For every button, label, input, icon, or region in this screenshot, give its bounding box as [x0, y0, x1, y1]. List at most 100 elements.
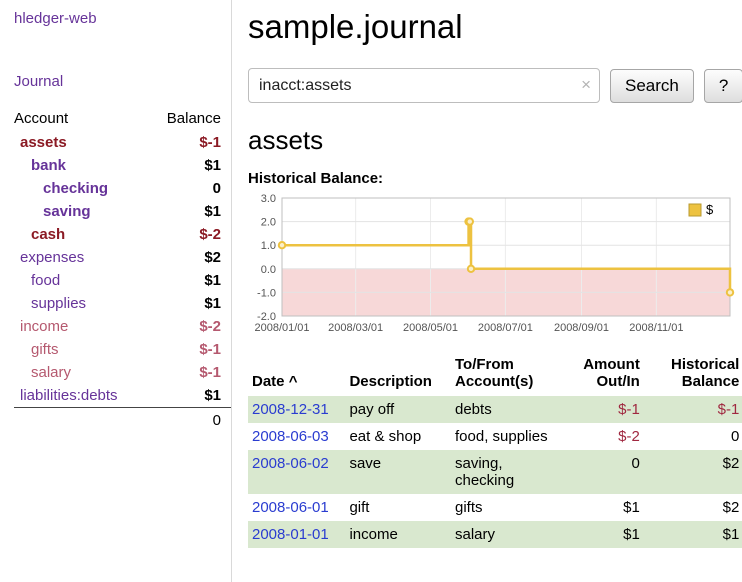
account-row-saving: saving $1 — [14, 200, 231, 223]
account-balance: $-2 — [148, 223, 231, 246]
transaction-historical-balance: $2 — [644, 450, 742, 494]
account-link[interactable]: assets — [14, 131, 148, 154]
svg-text:$: $ — [706, 202, 714, 217]
account-balance: $-1 — [148, 361, 231, 384]
account-row-gifts: gifts $-1 — [14, 338, 231, 361]
transactions-table: Date ^ Description To/From Account(s) Am… — [248, 354, 742, 548]
account-balance: $-1 — [148, 131, 231, 154]
svg-text:2008/05/01: 2008/05/01 — [403, 322, 458, 334]
transaction-amount: $-1 — [565, 396, 644, 423]
account-balance: $-1 — [148, 338, 231, 361]
account-row-food: food $1 — [14, 269, 231, 292]
account-heading: assets — [248, 125, 742, 156]
svg-text:2008/11/01: 2008/11/01 — [629, 322, 683, 334]
account-balance: $1 — [148, 200, 231, 223]
search-input[interactable] — [248, 68, 600, 103]
svg-text:2.0: 2.0 — [261, 217, 276, 229]
account-balance: $1 — [148, 292, 231, 315]
account-balance: $1 — [148, 154, 231, 177]
transaction-date-link[interactable]: 2008-06-02 — [252, 455, 329, 472]
tofrom-column-header: To/From Account(s) — [451, 354, 565, 396]
help-button[interactable]: ? — [704, 69, 742, 103]
transaction-historical-balance: $1 — [644, 521, 742, 548]
transaction-amount: $1 — [565, 521, 644, 548]
transaction-description: eat & shop — [345, 423, 451, 450]
account-row-expenses: expenses $2 — [14, 246, 231, 269]
historical-balance-column-header: Historical Balance — [644, 354, 742, 396]
account-balance: 0 — [148, 177, 231, 200]
account-link[interactable]: supplies — [14, 292, 148, 315]
balance-column-header: Balance — [148, 106, 231, 131]
account-row-cash: cash $-2 — [14, 223, 231, 246]
app-title-link[interactable]: hledger-web — [14, 10, 231, 27]
account-row-income: income $-2 — [14, 315, 231, 338]
transaction-row: 2008-06-03 eat & shop food, supplies $-2… — [248, 423, 742, 450]
transaction-historical-balance: 0 — [644, 423, 742, 450]
account-link[interactable]: liabilities:debts — [14, 384, 148, 408]
transaction-date-link[interactable]: 2008-01-01 — [252, 526, 329, 543]
transaction-row: 2008-06-01 gift gifts $1 $2 — [248, 494, 742, 521]
account-link[interactable]: expenses — [14, 246, 148, 269]
transaction-amount: 0 — [565, 450, 644, 494]
search-button[interactable]: Search — [610, 69, 694, 103]
clear-search-icon[interactable]: × — [581, 75, 591, 95]
transaction-date-link[interactable]: 2008-12-31 — [252, 401, 329, 418]
account-link[interactable]: income — [14, 315, 148, 338]
svg-text:1.0: 1.0 — [261, 240, 276, 252]
date-column-header[interactable]: Date ^ — [248, 354, 345, 396]
transaction-row: 2008-06-02 save saving, checking 0 $2 — [248, 450, 742, 494]
account-link[interactable]: saving — [14, 200, 148, 223]
sort-ascending-icon[interactable]: ^ — [289, 373, 298, 390]
transaction-description: pay off — [345, 396, 451, 423]
account-balance: $1 — [148, 269, 231, 292]
transaction-historical-balance: $2 — [644, 494, 742, 521]
transactions-table-header: Date ^ Description To/From Account(s) Am… — [248, 354, 742, 396]
account-row-assets: assets $-1 — [14, 131, 231, 154]
amount-column-header: Amount Out/In — [565, 354, 644, 396]
transaction-amount: $1 — [565, 494, 644, 521]
search-bar: × Search ? — [248, 68, 742, 103]
svg-text:2008/03/01: 2008/03/01 — [328, 322, 383, 334]
date-header-label: Date — [252, 373, 285, 390]
transaction-accounts: salary — [451, 521, 565, 548]
account-balance: $2 — [148, 246, 231, 269]
account-balance: $1 — [148, 384, 231, 408]
transaction-accounts: gifts — [451, 494, 565, 521]
search-box: × — [248, 68, 600, 103]
sidebar: hledger-web Journal Account Balance asse… — [0, 0, 232, 582]
account-link[interactable]: bank — [14, 154, 148, 177]
svg-text:2008/07/01: 2008/07/01 — [478, 322, 533, 334]
account-link[interactable]: cash — [14, 223, 148, 246]
transaction-row: 2008-01-01 income salary $1 $1 — [248, 521, 742, 548]
transaction-date-link[interactable]: 2008-06-01 — [252, 499, 329, 516]
transaction-accounts: saving, checking — [451, 450, 565, 494]
transaction-amount: $-2 — [565, 423, 644, 450]
account-link[interactable]: food — [14, 269, 148, 292]
svg-text:-1.0: -1.0 — [257, 287, 276, 299]
account-link[interactable]: checking — [14, 177, 148, 200]
chart-title: Historical Balance: — [248, 170, 742, 187]
balance-chart: 2008/01/012008/03/012008/05/012008/07/01… — [248, 193, 736, 335]
main-content: sample.journal × Search ? assets Histori… — [232, 0, 742, 582]
transaction-description: income — [345, 521, 451, 548]
transaction-accounts: food, supplies — [451, 423, 565, 450]
accounts-balance-table: Account Balance assets $-1 bank $1 check… — [14, 106, 231, 433]
svg-text:3.0: 3.0 — [261, 193, 276, 205]
account-row-bank: bank $1 — [14, 154, 231, 177]
nav-journal-link[interactable]: Journal — [14, 73, 231, 90]
account-row-checking: checking 0 — [14, 177, 231, 200]
svg-text:2008/09/01: 2008/09/01 — [554, 322, 609, 334]
account-link[interactable]: salary — [14, 361, 148, 384]
transaction-historical-balance: $-1 — [644, 396, 742, 423]
total-balance: 0 — [14, 408, 231, 434]
page-title: sample.journal — [248, 8, 742, 46]
account-balance: $-2 — [148, 315, 231, 338]
svg-text:-2.0: -2.0 — [257, 311, 276, 323]
transaction-date-link[interactable]: 2008-06-03 — [252, 428, 329, 445]
transaction-accounts: debts — [451, 396, 565, 423]
account-link[interactable]: gifts — [14, 338, 148, 361]
transaction-description: gift — [345, 494, 451, 521]
svg-text:0.0: 0.0 — [261, 264, 276, 276]
account-row-supplies: supplies $1 — [14, 292, 231, 315]
description-column-header: Description — [345, 354, 451, 396]
